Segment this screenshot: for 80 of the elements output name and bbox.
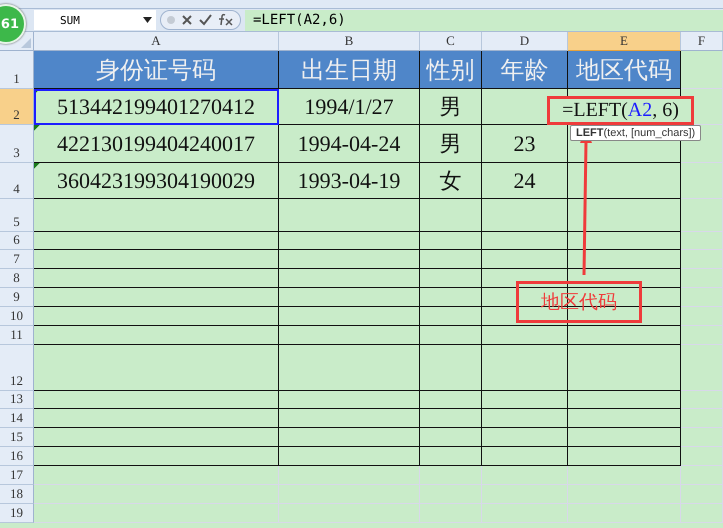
empty-cell bbox=[681, 232, 723, 250]
row-header[interactable]: 10 bbox=[0, 307, 34, 326]
empty-cell bbox=[420, 250, 482, 269]
row-header[interactable]: 14 bbox=[0, 409, 34, 428]
empty-cell bbox=[681, 326, 723, 345]
table-cell: 24 bbox=[482, 163, 568, 199]
name-box[interactable]: SUM bbox=[34, 10, 156, 30]
table-cell: 男 bbox=[420, 89, 482, 125]
table-cell: 1994-04-24 bbox=[279, 125, 420, 163]
empty-cell bbox=[681, 504, 723, 523]
empty-cell bbox=[420, 485, 482, 504]
empty-cell bbox=[420, 466, 482, 485]
column-header[interactable]: B bbox=[279, 32, 420, 51]
table-cell: 422130199404240017 bbox=[34, 125, 279, 163]
column-header[interactable]: E bbox=[568, 32, 681, 51]
empty-cell bbox=[420, 232, 482, 250]
empty-cell bbox=[681, 163, 723, 199]
empty-cell bbox=[681, 485, 723, 504]
empty-cell bbox=[681, 409, 723, 428]
empty-cell bbox=[681, 288, 723, 307]
row-header[interactable]: 7 bbox=[0, 250, 34, 269]
header-cell: 出生日期 bbox=[279, 51, 420, 89]
header-cell: 性别 bbox=[420, 51, 482, 89]
function-tooltip: LEFT(text, [num_chars]) bbox=[570, 125, 702, 141]
row-header[interactable]: 17 bbox=[0, 466, 34, 485]
empty-cell bbox=[681, 447, 723, 466]
empty-cell bbox=[420, 447, 482, 466]
empty-cell bbox=[681, 391, 723, 409]
empty-cell bbox=[681, 345, 723, 391]
header-cell: 地区代码 bbox=[568, 51, 681, 89]
empty-cell bbox=[420, 504, 482, 523]
column-header[interactable]: F bbox=[681, 32, 723, 51]
row-header[interactable]: 11 bbox=[0, 326, 34, 345]
formula-input[interactable]: =LEFT(A2,6) bbox=[245, 10, 723, 30]
empty-cell bbox=[420, 307, 482, 326]
table-cell: 360423199304190029 bbox=[34, 163, 279, 199]
empty-cell bbox=[420, 391, 482, 409]
row-header[interactable]: 2 bbox=[0, 89, 34, 125]
header-cell: 身份证号码 bbox=[34, 51, 279, 89]
row-header[interactable]: 1 bbox=[0, 51, 34, 89]
table-cell: 1994/1/27 bbox=[279, 89, 420, 125]
row-header[interactable]: 19 bbox=[0, 504, 34, 523]
row-header[interactable]: 12 bbox=[0, 345, 34, 391]
empty-cell bbox=[420, 326, 482, 345]
empty-cell bbox=[420, 428, 482, 447]
row-header[interactable]: 3 bbox=[0, 125, 34, 163]
column-header[interactable]: A bbox=[34, 32, 279, 51]
empty-cell bbox=[420, 269, 482, 288]
row-header[interactable]: 8 bbox=[0, 269, 34, 288]
empty-cell bbox=[681, 199, 723, 232]
column-header[interactable]: D bbox=[482, 32, 568, 51]
dropdown-caret-icon[interactable] bbox=[143, 17, 152, 23]
table-cell: 1993-04-19 bbox=[279, 163, 420, 199]
empty-cell bbox=[681, 250, 723, 269]
header-cell: 年龄 bbox=[482, 51, 568, 89]
row-header[interactable]: 15 bbox=[0, 428, 34, 447]
column-header[interactable]: C bbox=[420, 32, 482, 51]
empty-cell bbox=[420, 345, 482, 391]
empty-cell bbox=[420, 409, 482, 428]
row-header[interactable]: 5 bbox=[0, 199, 34, 232]
empty-cell bbox=[420, 288, 482, 307]
table-cell: 女 bbox=[420, 163, 482, 199]
insert-function-icon[interactable] bbox=[218, 13, 234, 27]
cancel-icon[interactable] bbox=[181, 14, 193, 26]
row-header[interactable]: 4 bbox=[0, 163, 34, 199]
empty-cell bbox=[681, 269, 723, 288]
table-cell: 513442199401270412 bbox=[34, 89, 279, 125]
empty-cell bbox=[681, 428, 723, 447]
empty-cell bbox=[420, 199, 482, 232]
cell-editor[interactable]: =LEFT(A2, 6) bbox=[547, 96, 694, 125]
row-header[interactable]: 13 bbox=[0, 391, 34, 409]
row-header[interactable]: 16 bbox=[0, 447, 34, 466]
row-header[interactable]: 6 bbox=[0, 232, 34, 250]
row-header[interactable]: 9 bbox=[0, 288, 34, 307]
checkmark-icon[interactable] bbox=[199, 14, 212, 26]
table-cell: 男 bbox=[420, 125, 482, 163]
empty-cell bbox=[681, 466, 723, 485]
row-header[interactable]: 18 bbox=[0, 485, 34, 504]
circle-icon bbox=[167, 16, 175, 24]
empty-cell bbox=[681, 307, 723, 326]
